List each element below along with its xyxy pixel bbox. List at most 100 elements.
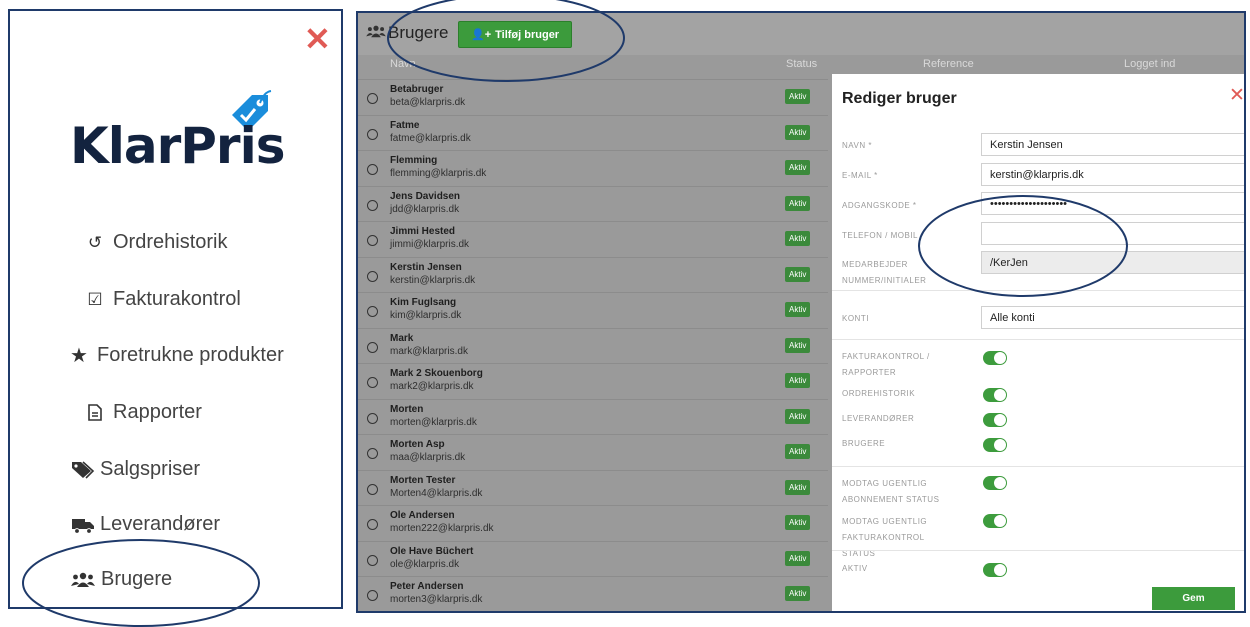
sidebar-item-label: Fakturakontrol: [113, 288, 241, 310]
user-name: Morten: [390, 403, 424, 415]
user-name: Fatme: [390, 119, 420, 131]
user-email: morten3@klarpris.dk: [390, 594, 483, 605]
status-badge: Aktiv: [785, 373, 811, 388]
toggle-aktiv[interactable]: [983, 563, 1007, 577]
user-email: ole@klarpris.dk: [390, 558, 460, 570]
user-name: Mark 2 Skouenborg: [390, 368, 483, 379]
divider: [832, 339, 1244, 340]
table-row[interactable]: Ole Andersen morten222@klarpris.dk Aktiv: [358, 505, 828, 541]
table-row[interactable]: Kim Fuglsang kim@klarpris.dk Aktiv: [358, 292, 828, 328]
accounts-select[interactable]: [981, 306, 1244, 329]
user-email: mark@klarpris.dk: [390, 345, 468, 357]
status-badge: Aktiv: [785, 89, 811, 104]
table-row[interactable]: Flemming flemming@klarpris.dk Aktiv: [358, 150, 828, 186]
truck-icon: [70, 516, 96, 534]
add-user-button[interactable]: 👤+ Tilføj bruger: [458, 21, 573, 48]
user-email: jimmi@klarpris.dk: [390, 239, 470, 250]
name-field[interactable]: [981, 133, 1244, 156]
user-name: Flemming: [390, 155, 438, 166]
status-badge: Aktiv: [785, 266, 811, 282]
user-icon: [367, 554, 378, 566]
status-badge: Aktiv: [785, 515, 811, 530]
table-row[interactable]: Jens Davidsen jdd@klarpris.dk Aktiv: [358, 185, 828, 222]
checkbox-icon: ☑: [87, 289, 103, 309]
add-user-label: Tilføj bruger: [495, 28, 560, 41]
user-email: jdd@klarpris.dk: [390, 203, 460, 215]
toggle-fakturakontrol[interactable]: [983, 351, 1007, 365]
accounts-label: KONTI: [842, 314, 869, 323]
status-badge: Aktiv: [785, 195, 811, 211]
divider: [832, 550, 1244, 551]
toggle-ordrehistorik[interactable]: [983, 388, 1007, 402]
sidebar-item-ordrehistorik[interactable]: ↺ Ordrehistorik: [86, 231, 228, 254]
user-icon: [367, 235, 378, 246]
sidebar-item-leverandorer[interactable]: Leverandører: [70, 513, 220, 536]
status-badge: Aktiv: [785, 302, 811, 317]
status-badge: Aktiv: [785, 444, 811, 459]
sidebar-item-salgspriser[interactable]: Salgspriser: [70, 458, 200, 481]
user-name: Morten Tester: [390, 474, 456, 486]
phone-field[interactable]: [981, 222, 1244, 245]
user-icon: [367, 199, 378, 211]
table-row[interactable]: Peter Andersen morten3@klarpris.dk Aktiv: [358, 576, 828, 611]
table-row[interactable]: Fatme fatme@klarpris.dk Aktiv: [358, 114, 828, 151]
user-name: Jens Davidsen: [390, 190, 461, 202]
table-row[interactable]: Ole Have Büchert ole@klarpris.dk Aktiv: [358, 540, 828, 577]
add-user-icon: 👤+: [471, 29, 492, 41]
table-row[interactable]: Betabruger beta@klarpris.dk Aktiv: [358, 79, 828, 115]
sidebar-item-rapporter[interactable]: Rapporter: [86, 401, 202, 424]
table-row[interactable]: Jimmi Hested jimmi@klarpris.dk Aktiv: [358, 221, 828, 257]
save-button[interactable]: Gem: [1152, 587, 1235, 610]
status-badge: Aktiv: [785, 479, 811, 495]
table-row[interactable]: Morten Asp maa@klarpris.dk Aktiv: [358, 434, 828, 470]
email-field[interactable]: [981, 163, 1244, 186]
sidebar-item-brugere[interactable]: Brugere: [70, 568, 172, 591]
sidebar-menu: ✕ KlarPris ↺ Ordrehistorik ☑ Fakturakont…: [8, 9, 343, 609]
password-field[interactable]: [981, 192, 1244, 215]
page-title: Brugere: [388, 23, 449, 42]
tags-icon: [70, 460, 96, 479]
sidebar-item-foretrukne-produkter[interactable]: ★ Foretrukne produkter: [70, 344, 284, 367]
column-header-status[interactable]: Status: [786, 58, 817, 70]
user-name: Betabruger: [390, 84, 444, 95]
toggle-brugere[interactable]: [983, 438, 1007, 452]
toggle-label-weekly-invoice: MODTAG UGENTLIG FAKTURAKONTROL STATUS: [842, 517, 928, 558]
toggle-leverandorer[interactable]: [983, 413, 1007, 427]
status-badge: Aktiv: [785, 160, 811, 175]
employee-number-field[interactable]: [981, 251, 1244, 274]
sidebar-item-label: Brugere: [101, 568, 173, 590]
column-header-reference[interactable]: Reference: [923, 58, 974, 70]
toggle-weekly-invoice[interactable]: [983, 514, 1007, 528]
password-label: ADGANGSKODE *: [842, 201, 917, 210]
close-icon[interactable]: ✕: [1229, 84, 1244, 107]
table-row[interactable]: Morten morten@klarpris.dk Aktiv: [358, 398, 828, 435]
column-header-last-login[interactable]: Logget ind: [1124, 58, 1175, 70]
users-page: Brugere 👤+ Tilføj bruger Navn Status Ref…: [356, 11, 1246, 613]
toggle-weekly-subscription[interactable]: [983, 476, 1007, 490]
status-badge: Aktiv: [785, 337, 811, 353]
user-icon: [367, 483, 378, 495]
user-icon: [367, 128, 378, 140]
user-email: Morten4@klarpris.dk: [390, 487, 483, 499]
user-icon: [367, 590, 378, 601]
status-badge: Aktiv: [785, 124, 811, 140]
table-row[interactable]: Kerstin Jensen kerstin@klarpris.dk Aktiv: [358, 256, 828, 293]
toggle-label-weekly-subscription: MODTAG UGENTLIG ABONNEMENT STATUS: [842, 479, 940, 504]
table-row[interactable]: Mark mark@klarpris.dk Aktiv: [358, 327, 828, 364]
user-email: beta@klarpris.dk: [390, 97, 466, 108]
toggle-label-brugere: BRUGERE: [842, 439, 886, 448]
table-header: Navn Status Reference Logget ind: [358, 58, 1244, 74]
history-icon: ↺: [87, 232, 103, 252]
column-header-name[interactable]: Navn: [390, 58, 416, 70]
table-row[interactable]: Mark 2 Skouenborg mark2@klarpris.dk Aktiv: [358, 363, 828, 399]
close-icon[interactable]: ✕: [304, 23, 331, 55]
table-row[interactable]: Morten Tester Morten4@klarpris.dk Aktiv: [358, 469, 828, 506]
sidebar-item-fakturakontrol[interactable]: ☑ Fakturakontrol: [86, 288, 241, 311]
phone-label: TELEFON / MOBIL: [842, 231, 918, 240]
user-email: mark2@klarpris.dk: [390, 381, 474, 392]
user-icon: [367, 164, 378, 175]
user-icon: [367, 377, 378, 388]
logo-wordmark: KlarPris: [70, 117, 285, 175]
toggle-label-aktiv: AKTIV: [842, 564, 868, 573]
user-icon: [367, 306, 378, 317]
